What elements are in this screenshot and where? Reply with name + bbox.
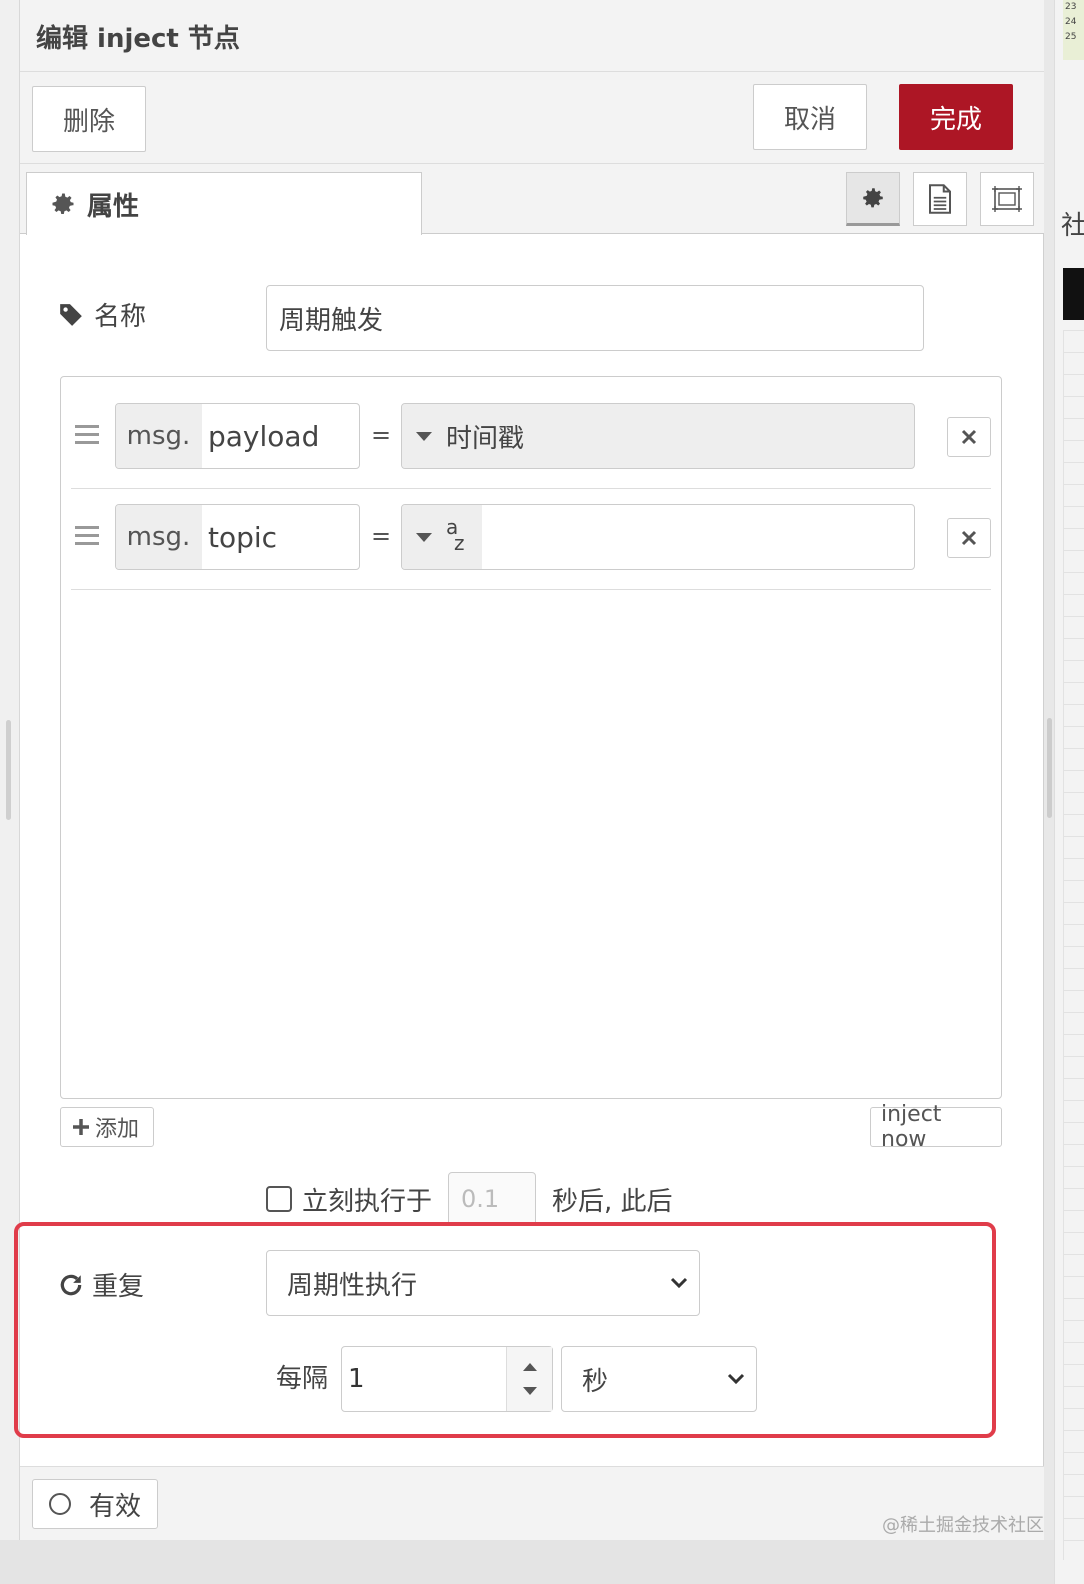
equals-sign: = <box>371 421 392 449</box>
drag-handle-icon[interactable] <box>75 526 99 550</box>
name-label-text: 名称 <box>94 302 147 332</box>
name-label: 名称 <box>58 296 146 333</box>
edit-node-dialog: 编辑 inject 节点 删除 取消 完成 属性 名称 周期触发 msg. pa <box>14 0 1044 1540</box>
caret-down-icon <box>416 431 432 441</box>
property-key[interactable]: payload <box>202 404 359 468</box>
delete-button[interactable]: 删除 <box>32 86 146 152</box>
interval-stepper[interactable] <box>506 1347 552 1411</box>
drag-handle-icon[interactable] <box>75 425 99 449</box>
value-type-dropdown[interactable]: az <box>402 505 482 569</box>
unit-selected-value: 秒 <box>582 1366 609 1397</box>
circle-icon <box>49 1493 71 1515</box>
tab-properties[interactable]: 属性 <box>26 172 422 235</box>
property-key-input[interactable]: msg. topic <box>115 504 360 570</box>
stepper-down-icon[interactable] <box>522 1387 537 1395</box>
close-icon <box>961 530 977 546</box>
dialog-title: 编辑 inject 节点 <box>36 24 240 54</box>
chevron-down-icon <box>727 1373 745 1385</box>
name-input[interactable]: 周期触发 <box>266 285 924 351</box>
enabled-label: 有效 <box>89 1491 142 1522</box>
value-type-dropdown[interactable]: 时间戳 <box>402 404 525 468</box>
repeat-label-text: 重复 <box>92 1272 145 1302</box>
frame-icon <box>992 186 1022 212</box>
inject-once-row: 立刻执行于 0.1 秒后, 此后 <box>266 1172 673 1226</box>
once-delay-input[interactable]: 0.1 <box>448 1172 537 1226</box>
document-icon <box>929 184 951 214</box>
property-key[interactable]: topic <box>202 505 359 569</box>
tab-bar: 属性 <box>20 164 1044 235</box>
tab-description[interactable] <box>913 172 967 226</box>
interval-unit-select[interactable]: 秒 <box>561 1346 757 1412</box>
inject-now-button[interactable]: inject now <box>870 1102 1002 1152</box>
stepper-up-icon[interactable] <box>522 1363 537 1371</box>
bottom-strip <box>0 1540 1054 1584</box>
dialog-footer: 有效 @稀土掘金技术社区 <box>20 1466 1044 1540</box>
tab-properties-label: 属性 <box>87 191 140 222</box>
every-label: 每隔 <box>276 1364 329 1394</box>
add-label: 添加 <box>95 1117 140 1142</box>
right-resize-handle[interactable] <box>1047 718 1052 818</box>
interval-value[interactable]: 1 <box>342 1347 506 1411</box>
remove-property-button[interactable] <box>947 518 991 558</box>
property-list: msg. payload = 时间戳 msg. topic = a z <box>60 376 1002 1099</box>
background-text-fragment: 社 <box>1061 211 1084 241</box>
repeat-select[interactable]: 周期性执行 <box>266 1250 700 1316</box>
gear-icon <box>52 193 74 215</box>
repeat-selected-value: 周期性执行 <box>287 1270 418 1301</box>
once-suffix-label: 秒后, 此后 <box>552 1186 673 1217</box>
property-row: msg. payload = 时间戳 <box>71 387 991 489</box>
close-icon <box>961 429 977 445</box>
tab-appearance[interactable] <box>980 172 1034 226</box>
gear-icon <box>863 188 883 208</box>
workspace-grid <box>1063 330 1084 1560</box>
property-key-input[interactable]: msg. payload <box>115 403 360 469</box>
property-value-input[interactable]: az <box>401 504 915 570</box>
property-value-input[interactable]: 时间戳 <box>401 403 915 469</box>
tag-icon <box>60 303 82 326</box>
dialog-header: 编辑 inject 节点 <box>20 0 1044 72</box>
value-type-label: 时间戳 <box>446 423 525 454</box>
caret-down-icon <box>416 532 432 542</box>
refresh-icon <box>60 1274 82 1295</box>
cancel-button[interactable]: 取消 <box>753 84 867 150</box>
msg-prefix: msg. <box>116 505 202 569</box>
add-property-button[interactable]: 添加 <box>60 1107 154 1147</box>
left-resize-handle[interactable] <box>6 720 11 820</box>
enabled-toggle[interactable]: 有效 <box>32 1479 158 1529</box>
background-dark-block <box>1063 268 1084 320</box>
property-row: msg. topic = az <box>71 488 991 590</box>
msg-prefix: msg. <box>116 404 202 468</box>
property-value-text[interactable] <box>482 505 914 569</box>
chevron-down-icon <box>670 1277 688 1289</box>
background-workspace: 23 24 25 社 <box>1047 0 1084 1584</box>
done-button[interactable]: 完成 <box>899 84 1013 150</box>
plus-icon <box>73 1119 89 1135</box>
repeat-label: 重复 <box>58 1266 144 1303</box>
inject-once-label: 立刻执行于 <box>302 1186 433 1217</box>
watermark: @稀土掘金技术社区 <box>882 1515 1044 1536</box>
interval-input[interactable]: 1 <box>341 1346 553 1412</box>
equals-sign: = <box>371 522 392 550</box>
minimap: 23 24 25 <box>1063 0 1084 60</box>
dialog-toolbar: 删除 取消 完成 <box>20 72 1044 164</box>
string-type-icon: az <box>446 515 465 555</box>
inject-once-checkbox[interactable] <box>266 1186 292 1212</box>
tab-settings[interactable] <box>846 172 900 226</box>
remove-property-button[interactable] <box>947 417 991 457</box>
